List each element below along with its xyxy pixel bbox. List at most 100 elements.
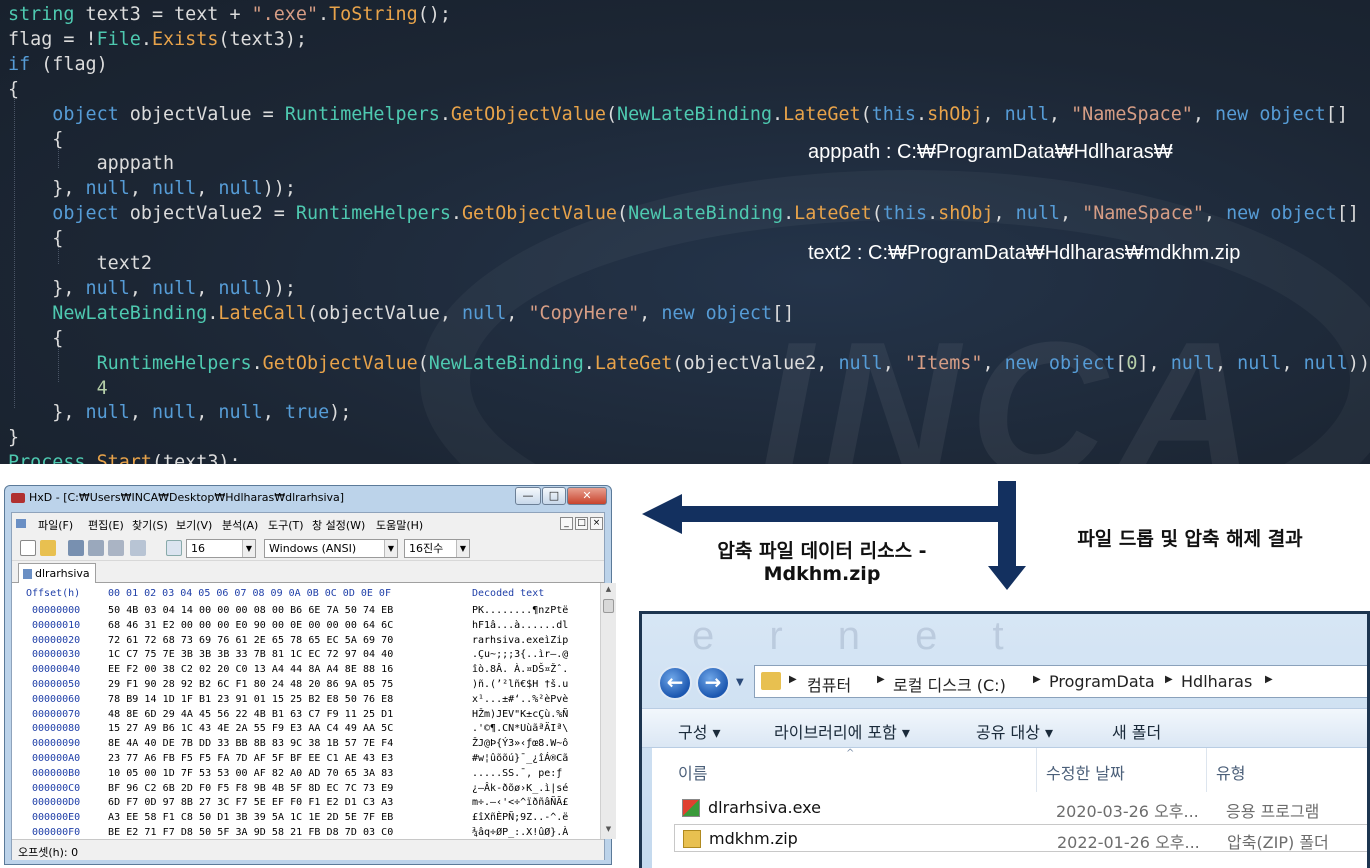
mdi-close-button[interactable]: × [590, 517, 603, 530]
resource-label-line1: 압축 파일 데이터 리소스 - [717, 540, 927, 562]
file-tab-label: dlrarhsiva [35, 567, 90, 580]
code-line: Process.Start(text3); [8, 451, 241, 464]
code-line: string text3 = text + ".exe".ToString(); [8, 3, 451, 27]
file-row[interactable]: mdkhm.zip 2022-01-26 오후... 압축(ZIP) 폴더 [674, 824, 1367, 852]
breadcrumb-hdlharas[interactable]: Hdlharas [1181, 672, 1252, 691]
number-base-select[interactable]: 16진수 ▼ [404, 539, 470, 558]
scrollbar-thumb[interactable] [603, 599, 614, 613]
code-line: apppath [8, 152, 175, 176]
code-token: null [151, 277, 197, 299]
charset-select[interactable]: Windows (ANSI) ▼ [264, 539, 398, 558]
menu-view[interactable]: 보기(V) [176, 517, 212, 533]
breadcrumb-computer[interactable]: 컴퓨터 [807, 672, 851, 696]
scroll-down-icon[interactable]: ▼ [603, 825, 614, 837]
hex-row[interactable]: 00000030 1C C7 75 7E 3B 3B 3B 33 7B 81 1C… [12, 647, 600, 662]
save-icon[interactable] [68, 540, 84, 556]
breadcrumb-separator-icon[interactable]: ▶ [1033, 674, 1041, 685]
chevron-down-icon: ▼ [384, 540, 397, 557]
code-token: NewLateBinding [428, 352, 584, 374]
code-token: "Items" [904, 352, 983, 374]
hex-bytes-cell: 50 4B 03 04 14 00 00 00 08 00 B6 6E 7A 5… [108, 605, 394, 616]
breadcrumb-separator-icon[interactable]: ▶ [789, 674, 797, 685]
new-folder-button[interactable]: 새 폴더 [1112, 719, 1161, 743]
hex-row[interactable]: 000000E0 A3 EE 58 F1 C8 50 D1 3B 39 5A 1C… [12, 810, 600, 825]
mdi-minimize-button[interactable]: _ [560, 517, 573, 530]
menu-help[interactable]: 도움말(H) [376, 517, 423, 533]
decoded-text-cell: £îXñÈPÑ;9Z..-^.ë [472, 812, 569, 824]
code-token: ( [417, 352, 429, 374]
breadcrumb-separator-icon[interactable]: ▶ [877, 674, 885, 685]
file-tab[interactable]: dlrarhsiva [18, 563, 96, 584]
organize-button[interactable]: 구성 ▾ [678, 719, 721, 743]
new-file-icon[interactable] [20, 540, 36, 556]
hxd-titlebar[interactable]: HxD - [C:₩Users₩INCA₩Desktop₩Hdlharas₩dl… [5, 486, 611, 512]
hex-row[interactable]: 00000060 78 B9 14 1D 1F B1 23 91 01 15 25… [12, 692, 600, 707]
code-token: null [85, 178, 130, 200]
hex-row[interactable]: 00000010 68 46 31 E2 00 00 00 E0 90 00 0E… [12, 618, 600, 633]
history-dropdown-icon[interactable]: ▼ [736, 677, 744, 688]
include-in-library-button[interactable]: 라이브러리에 포함 ▾ [774, 719, 910, 743]
code-token: )); [262, 178, 296, 200]
address-bar[interactable]: ▶ 컴퓨터 ▶ 로컬 디스크 (C:) ▶ ProgramData ▶ Hdlh… [754, 665, 1367, 698]
code-token: RuntimeHelpers [284, 103, 440, 125]
column-header-date[interactable]: 수정한 날짜 [1046, 760, 1125, 784]
menu-search[interactable]: 찾기(S) [132, 517, 168, 533]
code-screenshot-panel: INCA string text3 = text + ".exe".ToStri… [0, 0, 1370, 464]
hex-row[interactable]: 000000A0 23 77 A6 FB F5 F5 FA 7D AF 5F BF… [12, 751, 600, 766]
minimize-button[interactable]: — [515, 487, 541, 505]
scroll-up-icon[interactable]: ▲ [603, 585, 614, 597]
code-token: object [52, 103, 119, 125]
code-token: , [882, 352, 905, 374]
column-divider[interactable] [1036, 748, 1037, 792]
bytes-per-row-select[interactable]: 16 ▼ [186, 539, 256, 558]
offset-cell: 00000020 [32, 634, 81, 646]
code-token: (); [417, 4, 451, 25]
hex-row[interactable]: 00000090 8E 4A 40 DE 7B DD 33 BB 8B 83 9C… [12, 736, 600, 751]
save-all-icon[interactable] [88, 540, 104, 556]
column-divider[interactable] [1206, 748, 1207, 792]
open-folder-icon[interactable] [40, 540, 56, 556]
menu-edit[interactable]: 편집(E) [88, 517, 124, 533]
properties-icon[interactable] [130, 540, 146, 556]
hex-row[interactable]: 00000020 72 61 72 68 73 69 76 61 2E 65 78… [12, 633, 600, 648]
menu-window[interactable]: 창 설정(W) [312, 517, 365, 533]
close-button[interactable]: ✕ [567, 487, 607, 505]
code-token: [] [772, 302, 795, 324]
breadcrumb-programdata[interactable]: ProgramData [1049, 672, 1155, 691]
share-with-button[interactable]: 공유 대상 ▾ [976, 719, 1053, 743]
vertical-scrollbar[interactable]: ▲ ▼ [600, 583, 616, 839]
hex-row[interactable]: 00000050 29 F1 90 28 92 B2 6C F1 80 24 48… [12, 677, 600, 692]
back-arrow-icon[interactable]: ← [658, 666, 692, 700]
hex-row[interactable]: 00000080 15 27 A9 B6 1C 43 4E 2A 55 F9 E3… [12, 721, 600, 736]
file-row[interactable]: dlrarhsiva.exe 2020-03-26 오후... 응용 프로그램 [674, 794, 1367, 822]
hex-row[interactable]: 00000040 EE F2 00 38 C2 02 20 C0 13 A4 44… [12, 662, 600, 677]
maximize-button[interactable]: □ [542, 487, 566, 505]
hex-row[interactable]: 000000B0 10 05 00 1D 7F 53 53 00 AF 82 A0… [12, 766, 600, 781]
hex-row[interactable]: 000000D0 6D F7 0D 97 8B 27 3C F7 5E EF F0… [12, 795, 600, 810]
decoded-text-cell: #w¦ûõõú}¯_¿îÁ®Cã [472, 753, 569, 764]
hex-row[interactable]: 00000000 50 4B 03 04 14 00 00 00 08 00 B6… [12, 603, 600, 618]
hex-row[interactable]: 00000070 48 8E 6D 29 4A 45 56 22 4B B1 63… [12, 707, 600, 722]
hex-bytes-cell: EE F2 00 38 C2 02 20 C0 13 A4 44 8A A4 8… [108, 664, 394, 676]
breadcrumb-separator-icon[interactable]: ▶ [1265, 674, 1273, 685]
hex-row[interactable]: 000000C0 BF 96 C2 6B 2D F0 F5 F8 9B 4B 5F… [12, 781, 600, 796]
menu-tools[interactable]: 도구(T) [268, 517, 304, 533]
mdi-restore-button[interactable]: □ [575, 517, 588, 530]
column-header-type[interactable]: 유형 [1216, 760, 1245, 784]
menu-analysis[interactable]: 분석(A) [222, 517, 258, 533]
resource-label-line2: Mdkhm.zip [763, 563, 881, 585]
number-base-value: 16진수 [409, 542, 444, 555]
print-icon[interactable] [108, 540, 124, 556]
hex-row[interactable]: 000000F0 BE E2 71 F7 D8 50 5F 3A 9D 58 21… [12, 825, 600, 839]
column-header-name[interactable]: 이름 [678, 760, 707, 784]
menu-file[interactable]: 파일(F) [38, 517, 73, 533]
code-token: . [783, 203, 795, 225]
folder-icon [761, 672, 781, 690]
code-token: object [52, 203, 119, 225]
hex-editor[interactable]: Offset(h) 00 01 02 03 04 05 06 07 08 09 … [12, 583, 600, 839]
forward-arrow-icon[interactable]: → [696, 666, 730, 700]
breadcrumb-local-disk[interactable]: 로컬 디스크 (C:) [893, 672, 1006, 696]
breadcrumb-separator-icon[interactable]: ▶ [1165, 674, 1173, 685]
hex-bytes-cell: 23 77 A6 FB F5 F5 FA 7D AF 5F BF EE C1 A… [108, 753, 394, 764]
